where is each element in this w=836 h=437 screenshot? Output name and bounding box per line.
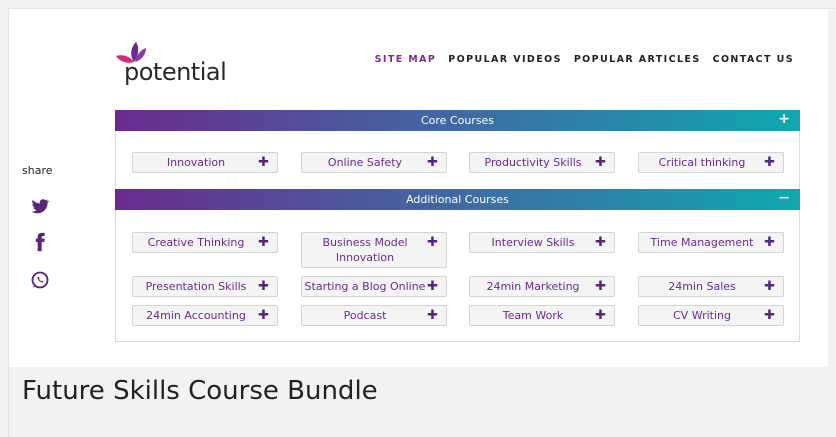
course-24min-sales[interactable]: 24min Sales ✚ [638,276,784,297]
plus-icon: ✚ [258,155,269,170]
plus-icon: ✚ [258,279,269,294]
whatsapp-icon[interactable] [30,270,50,290]
plus-icon: ✚ [764,279,775,294]
plus-icon: ✚ [258,235,269,250]
plus-icon: ✚ [595,235,606,250]
course-productivity-skills[interactable]: Productivity Skills ✚ [469,152,615,173]
course-innovation[interactable]: Innovation ✚ [132,152,278,173]
plus-icon: ✚ [764,235,775,250]
plus-icon: ✚ [427,279,438,294]
facebook-icon[interactable] [30,232,50,252]
nav-site-map[interactable]: SITE MAP [375,54,437,65]
core-courses-header[interactable]: Core Courses + [115,110,800,131]
nav-popular-articles[interactable]: POPULAR ARTICLES [574,54,701,65]
plus-icon: ✚ [595,155,606,170]
course-24min-marketing[interactable]: 24min Marketing ✚ [469,276,615,297]
expand-core-icon[interactable]: + [778,111,790,127]
plus-icon: ✚ [595,279,606,294]
plus-icon: ✚ [764,155,775,170]
course-online-safety[interactable]: Online Safety ✚ [301,152,447,173]
course-starting-a-blog-online[interactable]: Starting a Blog Online ✚ [301,276,447,297]
course-business-model-innovation[interactable]: Business Model Innovation ✚ [301,232,447,268]
course-team-work[interactable]: Team Work ✚ [469,305,615,326]
share-label: share [22,164,53,177]
nav-contact-us[interactable]: CONTACT US [713,54,794,65]
core-courses-title: Core Courses [420,114,495,127]
plus-icon: ✚ [764,308,775,323]
additional-courses-header[interactable]: Additional Courses − [115,189,800,210]
page-title: Future Skills Course Bundle [22,376,378,406]
course-24min-accounting[interactable]: 24min Accounting ✚ [132,305,278,326]
course-critical-thinking[interactable]: Critical thinking ✚ [638,152,784,173]
potential-logo[interactable]: potential [114,40,234,90]
course-interview-skills[interactable]: Interview Skills ✚ [469,232,615,253]
courses-panel: Core Courses + Innovation ✚ Online Safety… [115,110,800,342]
collapse-additional-icon[interactable]: − [778,190,790,206]
additional-courses-title: Additional Courses [406,193,509,206]
nav-popular-videos[interactable]: POPULAR VIDEOS [448,54,562,65]
course-podcast[interactable]: Podcast ✚ [301,305,447,326]
course-cv-writing[interactable]: CV Writing ✚ [638,305,784,326]
logo-text: potential [124,58,227,86]
top-nav: SITE MAP POPULAR VIDEOS POPULAR ARTICLES… [375,54,794,65]
course-creative-thinking[interactable]: Creative Thinking ✚ [132,232,278,253]
course-time-management[interactable]: Time Management ✚ [638,232,784,253]
twitter-icon[interactable] [30,196,50,216]
plus-icon: ✚ [427,155,438,170]
plus-icon: ✚ [427,308,438,323]
course-presentation-skills[interactable]: Presentation Skills ✚ [132,276,278,297]
plus-icon: ✚ [595,308,606,323]
plus-icon: ✚ [258,308,269,323]
plus-icon: ✚ [427,235,438,250]
